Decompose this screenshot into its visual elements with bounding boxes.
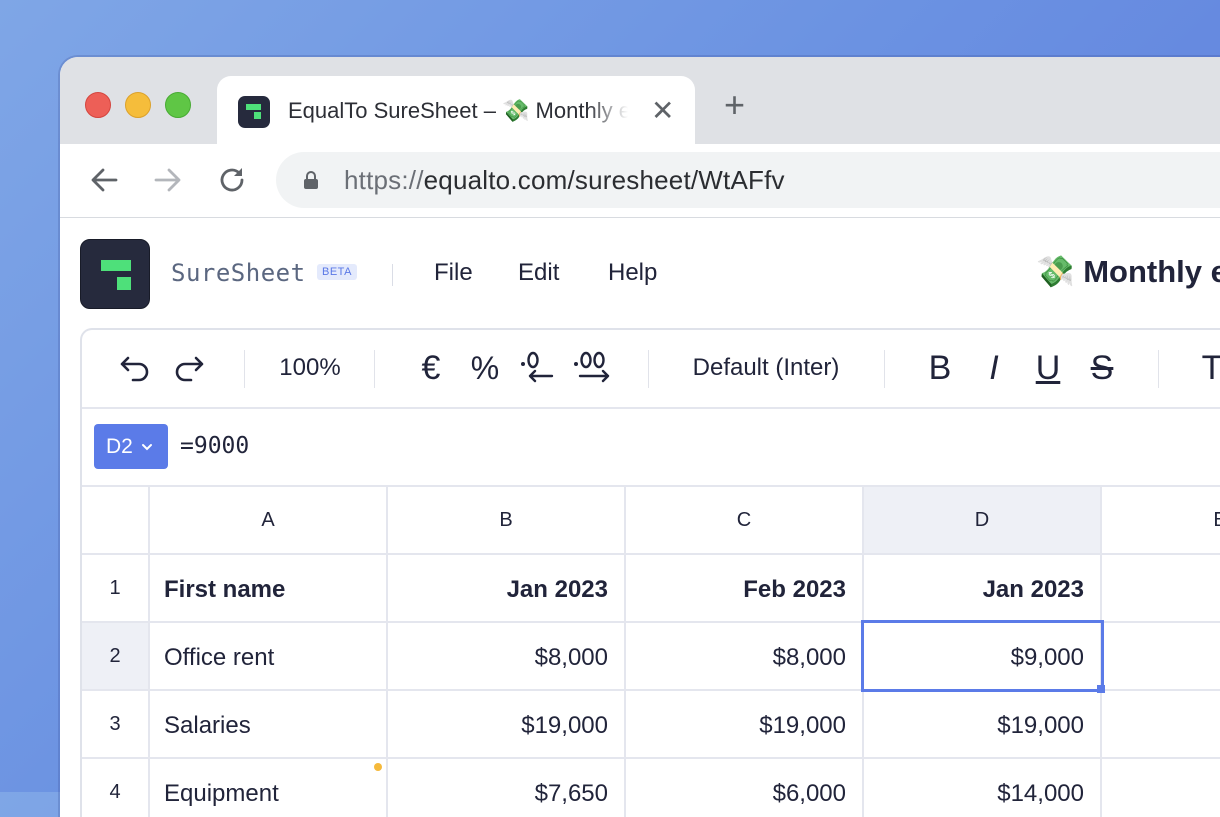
column-header-c[interactable]: C	[626, 487, 864, 555]
cell-d1[interactable]: Jan 2023	[864, 555, 1102, 623]
browser-toolbar: https://equalto.com/suresheet/WtAFfv	[60, 144, 1220, 218]
menu-divider	[392, 264, 393, 286]
back-arrow-icon[interactable]	[86, 162, 122, 198]
cell-e1[interactable]	[1102, 555, 1220, 623]
cell-c1[interactable]: Feb 2023	[626, 555, 864, 623]
row-header-2[interactable]: 2	[82, 623, 150, 691]
italic-button[interactable]: I	[976, 349, 1012, 387]
cell-e3[interactable]	[1102, 691, 1220, 759]
beta-badge: BETA	[317, 264, 357, 280]
address-bar[interactable]: https://equalto.com/suresheet/WtAFfv	[276, 152, 1220, 208]
cell-note-indicator	[374, 763, 382, 771]
browser-window: EqualTo SureSheet – 💸 Monthly expenses ✕…	[60, 57, 1220, 817]
new-tab-button[interactable]: +	[724, 87, 745, 123]
font-selector[interactable]: Default (Inter)	[676, 350, 856, 386]
row-header-4[interactable]: 4	[82, 759, 150, 817]
active-tab[interactable]: EqualTo SureSheet – 💸 Monthly expenses ✕	[217, 76, 695, 146]
cell-c2[interactable]: $8,000	[626, 623, 864, 691]
column-header-b[interactable]: B	[388, 487, 626, 555]
format-toolbar: 100% € % Default (Inter) B I U S	[82, 330, 1220, 409]
tab-title: EqualTo SureSheet – 💸 Monthly expenses	[288, 98, 628, 123]
zoom-selector[interactable]: 100%	[272, 350, 348, 386]
close-window-button[interactable]	[85, 92, 111, 118]
favicon-icon	[238, 96, 270, 128]
formula-bar: D2 =9000	[82, 409, 1220, 487]
suresheet-logo[interactable]	[80, 239, 150, 309]
column-header-a[interactable]: A	[150, 487, 388, 555]
toolbar-divider	[884, 350, 885, 388]
menu-file[interactable]: File	[434, 259, 473, 287]
document-title[interactable]: 💸 Monthly e	[1036, 253, 1220, 290]
cell-reference-selector[interactable]: D2	[94, 424, 168, 469]
strikethrough-button[interactable]: S	[1084, 349, 1120, 387]
minimize-window-button[interactable]	[125, 92, 151, 118]
url-text: https://equalto.com/suresheet/WtAFfv	[344, 165, 785, 195]
spreadsheet: 100% € % Default (Inter) B I U S D2 =900…	[80, 328, 1220, 817]
cell-d3[interactable]: $19,000	[864, 691, 1102, 759]
lock-icon	[304, 171, 318, 189]
tab-close-icon[interactable]: ✕	[651, 96, 674, 126]
chevron-down-icon	[142, 444, 152, 451]
redo-icon[interactable]	[170, 350, 206, 386]
currency-format-button[interactable]: €	[410, 349, 452, 387]
forward-arrow-icon[interactable]	[150, 162, 186, 198]
cell-b4[interactable]: $7,650	[388, 759, 626, 817]
underline-button[interactable]: U	[1030, 349, 1066, 387]
cell-a1[interactable]: First name	[150, 555, 388, 623]
cell-b1[interactable]: Jan 2023	[388, 555, 626, 623]
cell-b3[interactable]: $19,000	[388, 691, 626, 759]
toolbar-divider	[244, 350, 245, 388]
toolbar-divider	[374, 350, 375, 388]
decrease-decimals-icon[interactable]	[518, 350, 560, 386]
percent-format-button[interactable]: %	[464, 350, 506, 386]
corner-cell[interactable]	[82, 487, 150, 555]
cell-e2[interactable]	[1102, 623, 1220, 691]
menu-edit[interactable]: Edit	[518, 259, 559, 287]
row-header-3[interactable]: 3	[82, 691, 150, 759]
cell-a2[interactable]: Office rent	[150, 623, 388, 691]
brand-name: SureSheet	[171, 259, 306, 287]
tab-strip: EqualTo SureSheet – 💸 Monthly expenses ✕…	[60, 57, 1220, 146]
fill-handle[interactable]	[1097, 685, 1105, 693]
cell-c4[interactable]: $6,000	[626, 759, 864, 817]
maximize-window-button[interactable]	[165, 92, 191, 118]
undo-icon[interactable]	[118, 350, 154, 386]
reload-icon[interactable]	[214, 162, 250, 198]
toolbar-divider	[648, 350, 649, 388]
column-header-d[interactable]: D	[864, 487, 1102, 555]
toolbar-divider	[1158, 350, 1159, 388]
cell-a3[interactable]: Salaries	[150, 691, 388, 759]
selected-cell-outline	[861, 620, 1104, 692]
cell-e4[interactable]	[1102, 759, 1220, 817]
cell-c3[interactable]: $19,000	[626, 691, 864, 759]
suresheet-app: SureSheet BETA File Edit Help 💸 Monthly …	[60, 218, 1220, 817]
formula-input[interactable]: =9000	[180, 433, 249, 459]
increase-decimals-icon[interactable]	[572, 350, 614, 386]
cell-b2[interactable]: $8,000	[388, 623, 626, 691]
row-header-1[interactable]: 1	[82, 555, 150, 623]
bold-button[interactable]: B	[922, 349, 958, 387]
text-style-button[interactable]: T	[1194, 349, 1220, 387]
cell-a4[interactable]: Equipment	[150, 759, 388, 817]
cell-d4[interactable]: $14,000	[864, 759, 1102, 817]
menu-help[interactable]: Help	[608, 259, 657, 287]
column-header-e[interactable]: E	[1102, 487, 1220, 555]
